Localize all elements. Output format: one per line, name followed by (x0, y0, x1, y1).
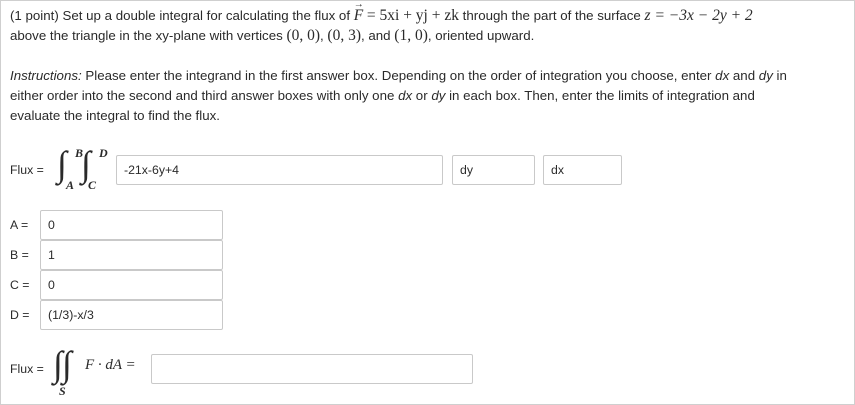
flux-integrand: F · dA = (85, 357, 136, 373)
integrand-input[interactable] (116, 155, 443, 185)
limit-c-label: C = (10, 278, 30, 292)
instr-dy2: dy (431, 88, 446, 103)
limit-b-label: B = (10, 248, 29, 262)
upper-limit-outer: B (75, 146, 84, 160)
sep-2: , and (361, 28, 391, 43)
limit-a-input[interactable] (40, 210, 223, 240)
vertex-3: (1, 0) (394, 27, 428, 44)
question-line-1: (1 point) Set up a double integral for c… (10, 0, 753, 26)
second-differential-input[interactable] (543, 155, 622, 185)
instr-dy: dy (758, 68, 773, 83)
first-differential-input[interactable] (452, 155, 535, 185)
limit-d-label: D = (10, 308, 30, 322)
sep-1: , (320, 28, 324, 43)
lower-limit-inner: C (88, 178, 97, 192)
surface-integral-sign-2: ∫ (62, 344, 72, 384)
flux-answer-input[interactable] (151, 354, 473, 384)
instr-and: and (729, 68, 759, 83)
instr-in: in (772, 68, 787, 83)
flux-surface-label: Flux = (10, 362, 44, 376)
instructions-label: Instructions: (10, 68, 82, 83)
question-line-2: above the triangle in the xy-plane with … (10, 26, 534, 46)
question-line2-pre: above the triangle in the xy-plane with … (10, 28, 287, 43)
surface-equation: z = −3x − 2y + 2 (644, 7, 753, 24)
limit-a-label: A = (10, 218, 29, 232)
limit-c-input[interactable] (40, 270, 223, 300)
question-through: through the part of the surface (458, 8, 645, 23)
instr-or: or (412, 88, 432, 103)
question-prefix: (1 point) Set up a double integral for c… (10, 8, 354, 23)
instructions-text-2b: in each box. Then, enter the limits of i… (445, 88, 755, 103)
instr-dx2: dx (398, 88, 413, 103)
instr-dx: dx (715, 68, 730, 83)
limit-d-input[interactable] (40, 300, 223, 330)
instructions-text-1: Please enter the integrand in the first … (81, 68, 716, 83)
surface-subscript: S (59, 384, 66, 398)
instructions-text-3: evaluate the integral to find the flux. (10, 108, 220, 123)
lower-limit-outer: A (66, 178, 75, 192)
problem-frame (0, 0, 855, 405)
field-equation: = 5xi + yj + zk (366, 7, 459, 24)
field-symbol: F (354, 0, 364, 26)
instructions-line-3: evaluate the integral to find the flux. (10, 106, 220, 126)
limit-b-input[interactable] (40, 240, 223, 270)
upper-limit-inner: D (99, 146, 108, 160)
vertex-1: (0, 0) (286, 27, 321, 44)
flux-label: Flux = (10, 163, 44, 177)
vertex-2: (0, 3) (327, 27, 361, 44)
question-line2-post: , oriented upward. (427, 28, 535, 43)
instructions-text-2a: either order into the second and third a… (10, 88, 399, 103)
instructions-line-1: Instructions: Please enter the integrand… (10, 66, 787, 86)
instructions-line-2: either order into the second and third a… (10, 86, 755, 106)
